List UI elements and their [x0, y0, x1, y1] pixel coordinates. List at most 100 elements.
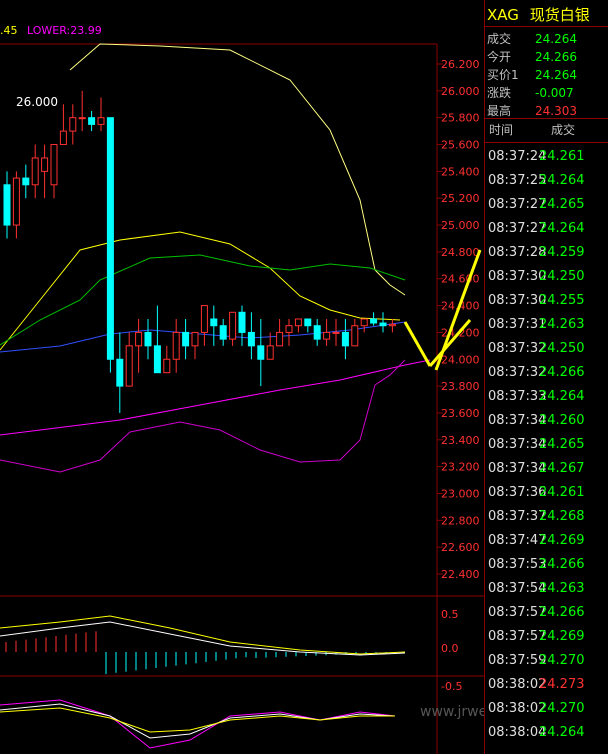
quote-panel: XAG 现货白银 成交 24.264 今开 24.266 买价1 24.264 涨跌 -0.0… — [484, 0, 608, 754]
tick-time: 08:37:32 — [488, 341, 547, 356]
tick-price: 24.265 — [539, 437, 585, 452]
quote-row: 今开 24.266 — [487, 48, 605, 66]
candle-body — [97, 117, 105, 125]
candle-body — [257, 345, 265, 360]
y-tick-label: 23.800 — [441, 380, 480, 393]
tick-time: 08:37:34 — [488, 437, 547, 452]
tick-time: 08:37:33 — [488, 389, 547, 404]
tick-row: 08:37:57 24.266 — [485, 601, 608, 625]
candle-body — [323, 331, 331, 340]
candle-body — [31, 157, 39, 186]
candle-body — [360, 318, 368, 327]
legend-lower: LOWER:23.99 — [27, 24, 102, 37]
tick-row: 08:37:57 24.269 — [485, 625, 608, 649]
price-annotation: 26.000 — [16, 95, 58, 109]
divider — [485, 118, 608, 119]
tick-price: 24.264 — [539, 221, 585, 236]
candle-body — [135, 331, 143, 347]
tick-row: 08:37:27 24.264 — [485, 217, 608, 241]
tick-price: 24.267 — [539, 461, 585, 476]
tick-time: 08:38:04 — [488, 725, 547, 740]
tick-time: 08:37:30 — [488, 269, 547, 284]
candle-body — [285, 325, 293, 333]
tick-time: 08:38:02 — [488, 701, 547, 716]
candle-body — [229, 311, 237, 340]
candle-body — [12, 177, 20, 226]
quote-label: 成交 — [487, 32, 512, 46]
quote-value: 24.264 — [535, 68, 577, 82]
y-tick-label: 25.400 — [441, 165, 480, 178]
y-tick-label: 22.600 — [441, 541, 480, 554]
tick-price: 24.261 — [539, 149, 585, 164]
candlestick-chart[interactable]: 26.200 26.000 25.800 25.600 25.400 25.200 25.0… — [0, 0, 484, 754]
tick-row: 08:37:31 24.263 — [485, 313, 608, 337]
candle-body — [341, 331, 349, 347]
tick-row: 08:37:32 24.266 — [485, 361, 608, 385]
y-tick-label: 22.400 — [441, 568, 480, 581]
candle-body — [125, 345, 133, 387]
quote-value: 24.266 — [535, 50, 577, 64]
y-tick-label: 23.200 — [441, 461, 480, 474]
candle-body — [163, 358, 171, 374]
divider — [485, 26, 608, 27]
tick-price: 24.263 — [539, 581, 585, 596]
y-tick-label: 22.800 — [441, 514, 480, 527]
y-tick-label: 24.600 — [441, 273, 480, 286]
tick-price: 24.270 — [539, 653, 585, 668]
candle-body — [191, 331, 199, 347]
tick-row: 08:37:54 24.263 — [485, 577, 608, 601]
tick-time: 08:37:31 — [488, 317, 547, 332]
quote-row: 买价1 24.264 — [487, 66, 605, 84]
tick-time: 08:37:34 — [488, 413, 547, 428]
tick-row: 08:38:04 24.264 — [485, 721, 608, 745]
candle-body — [370, 318, 378, 324]
tick-row: 08:38:02 24.273 — [485, 673, 608, 697]
candle-body — [379, 322, 387, 327]
divider — [485, 142, 608, 143]
tick-price: 24.250 — [539, 269, 585, 284]
tick-time: 08:38:02 — [488, 677, 547, 692]
candle-body — [182, 331, 190, 347]
y-tick-label: 26.200 — [441, 58, 480, 71]
tick-price: 24.264 — [539, 173, 585, 188]
y-tick-label: 25.600 — [441, 139, 480, 152]
tick-row: 08:37:33 24.264 — [485, 385, 608, 409]
tick-time: 08:37:53 — [488, 557, 547, 572]
tick-row: 08:37:28 24.259 — [485, 241, 608, 265]
tick-time: 08:37:54 — [488, 581, 547, 596]
tick-row: 08:37:30 24.250 — [485, 265, 608, 289]
indicator-legend: .45 LOWER:23.99 — [0, 24, 102, 37]
candle-body — [200, 305, 208, 333]
tick-row: 08:37:34 24.260 — [485, 409, 608, 433]
tick-row: 08:37:25 24.264 — [485, 169, 608, 193]
candle-body — [304, 318, 312, 327]
tick-time: 08:37:57 — [488, 629, 547, 644]
macd-axis-label: 0.5 — [441, 608, 459, 621]
tick-price: 24.265 — [539, 197, 585, 212]
y-tick-label: 23.600 — [441, 407, 480, 420]
candle-body — [88, 117, 96, 125]
candle-body — [116, 358, 124, 387]
tick-row: 08:37:47 24.269 — [485, 529, 608, 553]
tick-time: 08:37:34 — [488, 461, 547, 476]
tick-price: 24.269 — [539, 629, 585, 644]
tick-time: 08:37:24 — [488, 149, 547, 164]
macd-axis-label: -0.5 — [441, 680, 462, 693]
candle-body — [351, 325, 359, 347]
candle-body — [388, 323, 396, 327]
y-tick-label: 24.800 — [441, 246, 480, 259]
quote-row: 涨跌 -0.007 — [487, 84, 605, 102]
tick-row: 08:37:24 24.261 — [485, 145, 608, 169]
candle-body — [210, 318, 218, 327]
quote-value: -0.007 — [535, 86, 574, 100]
tick-time: 08:37:32 — [488, 365, 547, 380]
tick-price: 24.261 — [539, 485, 585, 500]
tick-price: 24.268 — [539, 509, 585, 524]
tick-price: 24.266 — [539, 605, 585, 620]
macd-axis-label: 0.0 — [441, 642, 459, 655]
tick-row: 08:37:53 24.266 — [485, 553, 608, 577]
candle-body — [50, 144, 58, 186]
candle-body — [59, 130, 67, 146]
y-tick-label: 25.000 — [441, 219, 480, 232]
quote-label: 涨跌 — [487, 86, 512, 100]
